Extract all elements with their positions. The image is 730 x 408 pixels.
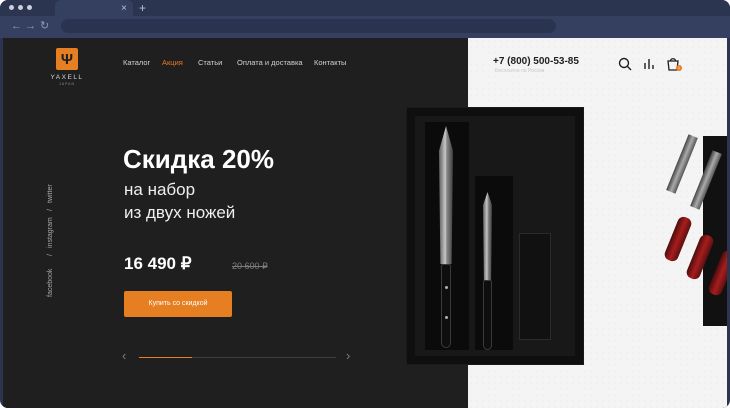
nav-item-articles[interactable]: Статьи bbox=[198, 58, 222, 68]
cart-count-badge: 1 bbox=[676, 65, 682, 71]
utility-knife-blade bbox=[483, 192, 492, 280]
slider-next-icon[interactable]: › bbox=[346, 349, 350, 363]
maximize-window-dot[interactable] bbox=[27, 5, 32, 10]
close-window-dot[interactable] bbox=[9, 5, 14, 10]
rivet bbox=[444, 286, 448, 289]
chef-knife-handle bbox=[441, 264, 451, 348]
forward-icon[interactable]: → bbox=[25, 19, 36, 33]
slider-progress bbox=[139, 357, 336, 358]
sale-price: 16 490 ₽ bbox=[124, 254, 192, 273]
case-groove bbox=[475, 176, 513, 350]
nav-item-contacts[interactable]: Контакты bbox=[314, 58, 346, 68]
hero-subtitle-line-2: из двух ножей bbox=[124, 203, 236, 222]
utility-knife-handle bbox=[483, 280, 492, 350]
phone-number[interactable]: +7 (800) 500-53-85 bbox=[493, 56, 579, 68]
back-icon[interactable]: ← bbox=[11, 19, 22, 33]
slider-prev-icon[interactable]: ‹ bbox=[122, 349, 126, 363]
tab-close-icon[interactable]: × bbox=[121, 3, 127, 15]
logo-name[interactable]: YAXELL bbox=[45, 74, 89, 81]
browser-toolbar: ← → ↻ bbox=[0, 16, 730, 38]
social-separator: / bbox=[47, 254, 54, 256]
logo-subtitle: JAPAN bbox=[58, 82, 76, 86]
compare-icon[interactable] bbox=[641, 56, 657, 72]
nav-item-catalog[interactable]: Каталог bbox=[123, 58, 150, 68]
social-separator: / bbox=[47, 209, 54, 211]
knife-set-product-image bbox=[407, 108, 583, 364]
social-instagram[interactable]: instagram bbox=[47, 217, 55, 248]
hero-headline: Скидка 20% bbox=[123, 144, 275, 174]
browser-chrome: × + ← → ↻ bbox=[0, 0, 730, 38]
hero-subtitle-line-1: на набор bbox=[124, 180, 196, 199]
social-twitter[interactable]: twitter bbox=[47, 184, 55, 203]
social-links: facebook / instagram / twitter bbox=[47, 177, 57, 297]
search-icon[interactable] bbox=[617, 56, 633, 72]
new-tab-icon[interactable]: + bbox=[139, 1, 146, 15]
chef-knife-blade bbox=[439, 126, 453, 264]
social-facebook[interactable]: facebook bbox=[47, 269, 55, 297]
window-controls bbox=[9, 5, 32, 10]
phone-note: Бесплатно по России bbox=[495, 68, 545, 74]
browser-window: × + ← → ↻ Ψ YAXELL JAPAN Каталог Акция С… bbox=[0, 0, 730, 408]
buy-with-discount-button[interactable]: Купить со скидкой bbox=[124, 291, 232, 317]
nav-item-payment-delivery[interactable]: Оплата и доставка bbox=[237, 58, 303, 68]
case-interior bbox=[415, 116, 575, 356]
nav-item-sale[interactable]: Акция bbox=[162, 58, 183, 68]
logo-icon[interactable]: Ψ bbox=[56, 48, 78, 70]
minimize-window-dot[interactable] bbox=[18, 5, 23, 10]
reload-icon[interactable]: ↻ bbox=[40, 19, 49, 33]
sharpener-box bbox=[519, 233, 551, 340]
rivet bbox=[444, 316, 448, 319]
address-bar[interactable] bbox=[61, 19, 556, 33]
slider-progress-fill bbox=[139, 357, 193, 358]
web-page: Ψ YAXELL JAPAN Каталог Акция Статьи Опла… bbox=[3, 38, 727, 408]
old-price: 20 600 ₽ bbox=[232, 261, 268, 271]
